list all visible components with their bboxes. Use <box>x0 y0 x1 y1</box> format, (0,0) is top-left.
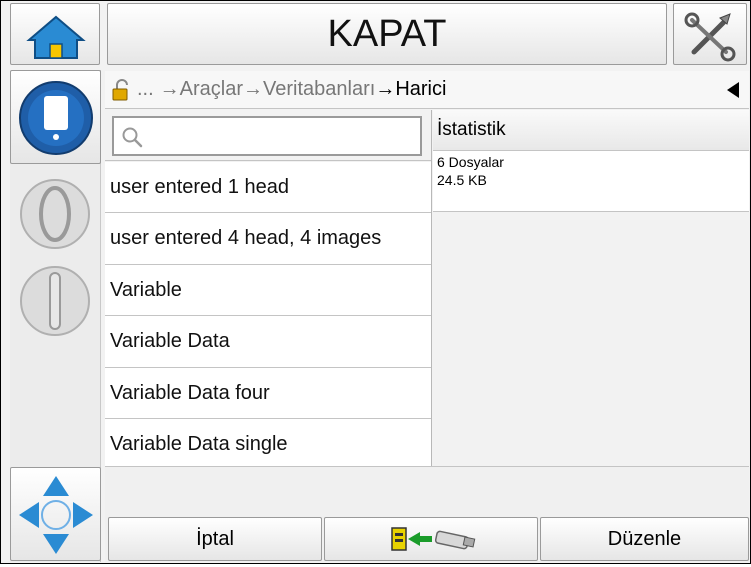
breadcrumb-databases[interactable]: Veritabanları <box>263 78 375 101</box>
start-printing-button[interactable] <box>10 169 101 259</box>
breadcrumb-separator: → <box>375 78 396 100</box>
back-triangle-icon[interactable] <box>725 80 741 106</box>
wrench-screwdriver-icon <box>684 12 736 62</box>
search-field[interactable] <box>148 122 414 150</box>
stop-printing-button[interactable] <box>10 259 101 353</box>
stats-header: İstatistik <box>433 110 749 151</box>
navigation-button[interactable] <box>10 467 101 561</box>
tools-button[interactable] <box>673 3 747 65</box>
breadcrumb-separator: → <box>243 78 264 100</box>
panel-divider <box>431 110 432 466</box>
list-item[interactable]: user entered 1 head <box>105 162 431 213</box>
breadcrumb: ... → Araçlar → Veritabanları → Harici <box>105 71 749 109</box>
stats-file-count: 6 Dosyalar <box>437 154 504 170</box>
stats-body: 6 Dosyalar 24.5 KB <box>433 151 749 212</box>
search-area <box>105 110 431 161</box>
page-title: KAPAT <box>107 3 667 65</box>
navigation-arrows-icon <box>19 476 93 554</box>
list-item[interactable]: Variable Data single <box>105 419 431 470</box>
start-icon <box>20 179 90 249</box>
import-button[interactable] <box>324 517 538 561</box>
database-list: user entered 1 head user entered 4 head,… <box>105 162 431 470</box>
list-item[interactable]: Variable <box>105 265 431 316</box>
breadcrumb-ellipsis: ... <box>137 78 154 100</box>
breadcrumb-external: Harici <box>395 78 447 100</box>
edit-button[interactable]: Düzenle <box>540 517 749 561</box>
cancel-button[interactable]: İptal <box>108 517 322 561</box>
stop-icon <box>20 266 90 336</box>
breadcrumb-tools[interactable]: Araçlar <box>180 78 243 101</box>
breadcrumb-separator: → <box>159 78 180 100</box>
search-input[interactable] <box>112 116 422 156</box>
import-from-usb-icon <box>391 527 476 551</box>
app-frame: KAPAT ... → Araçlar → Veritabanları → Ha… <box>0 0 751 564</box>
job-icon <box>19 81 93 155</box>
list-item[interactable]: Variable Data four <box>105 368 431 419</box>
lock-icon <box>111 78 131 101</box>
list-item[interactable]: user entered 4 head, 4 images <box>105 213 431 265</box>
home-button[interactable] <box>10 3 100 65</box>
stats-size: 24.5 KB <box>437 172 487 188</box>
list-item[interactable]: Variable Data <box>105 316 431 368</box>
stats-panel: İstatistik 6 Dosyalar 24.5 KB <box>433 110 749 465</box>
job-select-button[interactable] <box>10 70 101 164</box>
search-icon <box>122 127 143 148</box>
home-icon <box>26 15 86 59</box>
